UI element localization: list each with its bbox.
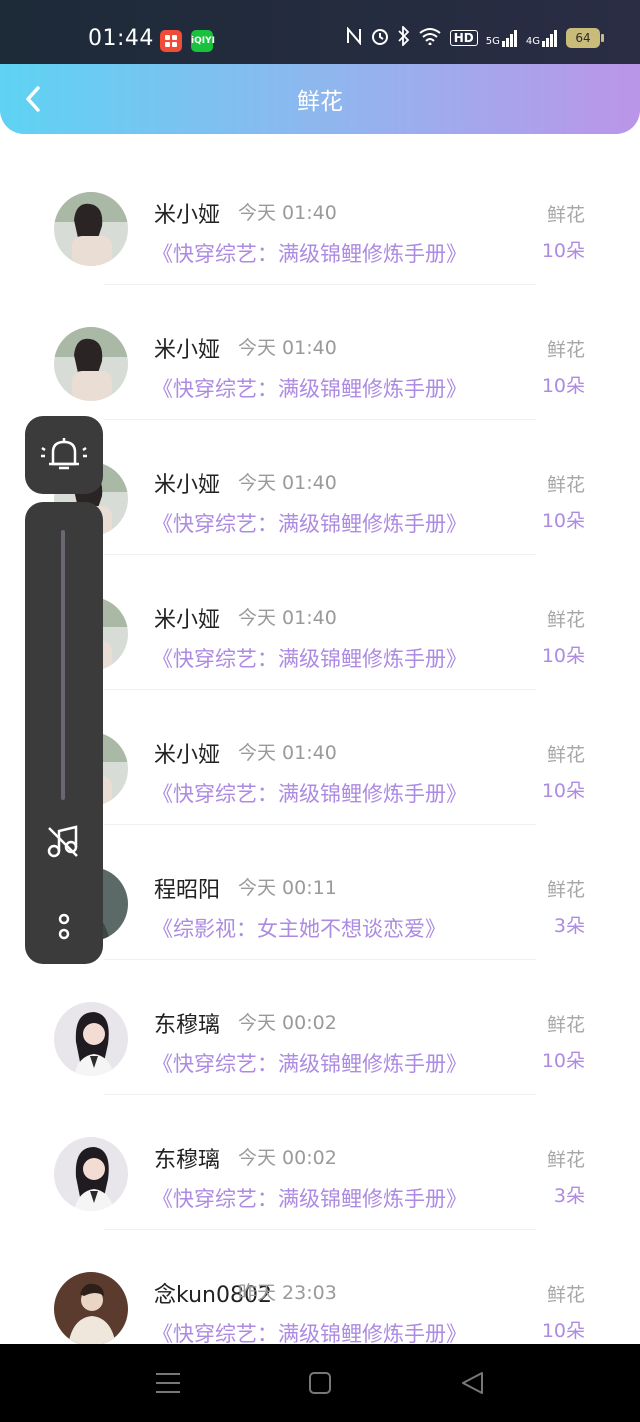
gift-type: 鲜花: [546, 474, 585, 496]
hd-icon: HD: [449, 30, 478, 46]
book-title-link[interactable]: 《快穿综艺：满级锦鲤修炼手册》: [152, 643, 467, 673]
send-time: 今天 01:40: [238, 337, 337, 359]
back-triangle-icon[interactable]: [454, 1368, 490, 1398]
bluetooth-icon: [398, 24, 410, 50]
book-title-link[interactable]: 《快穿综艺：满级锦鲤修炼手册》: [152, 1183, 467, 1213]
send-time: 今天 00:02: [238, 1012, 337, 1034]
sender-name: 米小娅: [154, 473, 221, 498]
avatar[interactable]: [54, 327, 128, 401]
book-title-link[interactable]: 《综影视：女主她不想谈恋爱》: [152, 913, 446, 943]
send-time: 今天 01:40: [238, 607, 337, 629]
gift-count: 10朵: [541, 375, 585, 397]
gift-count: 10朵: [541, 780, 585, 802]
gift-type: 鲜花: [546, 609, 585, 631]
volume-slider[interactable]: [61, 530, 65, 800]
sender-name: 米小娅: [154, 608, 221, 633]
avatar[interactable]: [54, 1137, 128, 1211]
alarm-icon: [370, 26, 390, 50]
gift-count: 10朵: [541, 645, 585, 667]
book-title-link[interactable]: 《快穿综艺：满级锦鲤修炼手册》: [152, 778, 467, 808]
send-time: 今天 01:40: [238, 742, 337, 764]
send-time: 今天 01:40: [238, 472, 337, 494]
gift-count: 10朵: [541, 510, 585, 532]
status-bar: 01:44 iQIYI HD 5G 4G 64: [0, 0, 640, 64]
sender-name: 程昭阳: [154, 878, 221, 903]
sender-name: 东穆璃: [154, 1013, 221, 1038]
sender-name: 米小娅: [154, 203, 221, 228]
page-header: 鲜花: [0, 64, 640, 134]
network-4g-icon: 4G: [526, 29, 558, 47]
network-5g-icon: 5G: [486, 29, 518, 47]
list-item[interactable]: 米小娅 今天 01:40 《快穿综艺：满级锦鲤修炼手册》 鲜花 10朵: [0, 150, 640, 285]
gift-count: 10朵: [541, 1320, 585, 1342]
wifi-icon: [418, 27, 442, 49]
gift-type: 鲜花: [546, 1014, 585, 1036]
gift-type: 鲜花: [546, 1149, 585, 1171]
send-time: 今天 00:11: [238, 877, 337, 899]
gift-type: 鲜花: [546, 204, 585, 226]
xiaohongshu-app-icon: [160, 30, 182, 52]
avatar[interactable]: [54, 192, 128, 266]
floating-control-panel: [25, 502, 103, 964]
gift-type: 鲜花: [546, 879, 585, 901]
menu-icon[interactable]: [150, 1368, 186, 1398]
page-title: 鲜花: [297, 89, 343, 115]
gift-count: 3朵: [553, 915, 585, 937]
gift-type: 鲜花: [546, 744, 585, 766]
book-title-link[interactable]: 《快穿综艺：满级锦鲤修炼手册》: [152, 373, 467, 403]
list-item[interactable]: 米小娅 今天 01:40 《快穿综艺：满级锦鲤修炼手册》 鲜花 10朵: [0, 285, 640, 420]
music-off-icon[interactable]: [45, 824, 81, 860]
battery-icon: 64: [566, 28, 604, 48]
gift-count: 10朵: [541, 240, 585, 262]
gift-count: 3朵: [553, 1185, 585, 1207]
book-title-link[interactable]: 《快穿综艺：满级锦鲤修炼手册》: [152, 238, 467, 268]
system-nav-bar: [0, 1344, 640, 1422]
floating-bell-button[interactable]: [25, 416, 103, 494]
iqiyi-app-icon: iQIYI: [191, 30, 215, 52]
avatar[interactable]: [54, 1002, 128, 1076]
send-time: 今天 01:40: [238, 202, 337, 224]
send-time: 昨天 23:03: [238, 1282, 337, 1304]
nfc-icon: [346, 26, 362, 49]
sender-name: 东穆璃: [154, 1148, 221, 1173]
list-item[interactable]: 东穆璃 今天 00:02 《快穿综艺：满级锦鲤修炼手册》 鲜花 3朵: [0, 1095, 640, 1230]
book-title-link[interactable]: 《快穿综艺：满级锦鲤修炼手册》: [152, 1048, 467, 1078]
gift-type: 鲜花: [546, 1284, 585, 1306]
sender-name: 米小娅: [154, 743, 221, 768]
book-title-link[interactable]: 《快穿综艺：满级锦鲤修炼手册》: [152, 508, 467, 538]
bell-ring-icon: [41, 438, 87, 470]
status-time: 01:44: [88, 26, 154, 51]
more-icon[interactable]: [55, 912, 73, 942]
gift-count: 10朵: [541, 1050, 585, 1072]
sender-name: 米小娅: [154, 338, 221, 363]
list-item[interactable]: 东穆璃 今天 00:02 《快穿综艺：满级锦鲤修炼手册》 鲜花 10朵: [0, 960, 640, 1095]
gift-type: 鲜花: [546, 339, 585, 361]
status-icons: HD 5G 4G 64: [346, 24, 604, 50]
home-icon[interactable]: [302, 1368, 338, 1398]
avatar[interactable]: [54, 1272, 128, 1346]
send-time: 今天 00:02: [238, 1147, 337, 1169]
